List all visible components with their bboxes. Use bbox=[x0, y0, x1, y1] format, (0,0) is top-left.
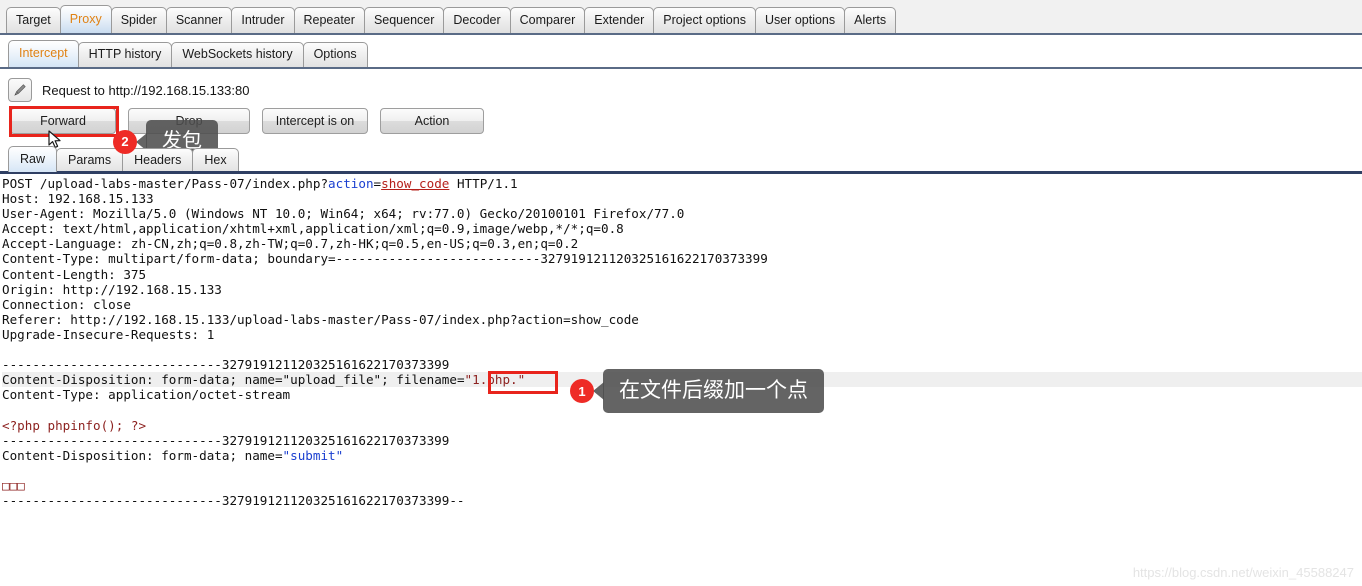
subtab-options[interactable]: Options bbox=[302, 42, 368, 67]
line-accept: Accept: text/html,application/xhtml+xml,… bbox=[2, 221, 624, 237]
line-referer: Referer: http://192.168.15.133/upload-la… bbox=[2, 311, 639, 327]
editortab-hex[interactable]: Hex bbox=[192, 148, 239, 172]
tab-extender[interactable]: Extender bbox=[584, 7, 655, 33]
tab-alerts[interactable]: Alerts bbox=[844, 7, 897, 33]
subtab-http-history[interactable]: HTTP history bbox=[77, 42, 173, 67]
tab-repeater[interactable]: Repeater bbox=[293, 7, 365, 33]
tab-project-options[interactable]: Project options bbox=[653, 7, 756, 33]
pencil-icon bbox=[8, 78, 32, 102]
line-blank-1 bbox=[2, 342, 1362, 357]
tab-scanner[interactable]: Scanner bbox=[165, 7, 233, 33]
watermark: https://blog.csdn.net/weixin_45588247 bbox=[1132, 565, 1354, 580]
editortab-params[interactable]: Params bbox=[56, 148, 124, 172]
line-content-type: Content-Type: multipart/form-data; bound… bbox=[2, 251, 768, 267]
tab-proxy[interactable]: Proxy bbox=[59, 5, 112, 33]
editortab-raw[interactable]: Raw bbox=[8, 146, 58, 172]
line-user-agent: User-Agent: Mozilla/5.0 (Windows NT 10.0… bbox=[2, 206, 685, 222]
request-title-row: Request to http://192.168.15.133:80 bbox=[8, 78, 249, 102]
line-content-disposition-submit: Content-Disposition: form-data; name="su… bbox=[2, 447, 344, 463]
intercept-button-row: Forward Drop Intercept is on Action bbox=[10, 108, 496, 134]
tab-comparer[interactable]: Comparer bbox=[509, 7, 586, 33]
line-upgrade: Upgrade-Insecure-Requests: 1 bbox=[2, 326, 215, 342]
tab-target[interactable]: Target bbox=[6, 7, 61, 33]
annotation-badge-2: 2 bbox=[113, 129, 137, 154]
line-boundary-2: -----------------------------32791912112… bbox=[2, 432, 450, 448]
tab-decoder[interactable]: Decoder bbox=[443, 7, 511, 33]
tab-intruder[interactable]: Intruder bbox=[231, 7, 295, 33]
action-button[interactable]: Action bbox=[380, 108, 484, 134]
line-host: Host: 192.168.15.133 bbox=[2, 191, 154, 207]
annotation-badge-1: 1 bbox=[570, 379, 594, 404]
raw-request-editor[interactable]: POST /upload-labs-master/Pass-07/index.p… bbox=[0, 174, 1362, 554]
main-tab-bar: Target Proxy Spider Scanner Intruder Repeater… bbox=[0, 0, 1362, 35]
editortab-headers[interactable]: Headers bbox=[122, 148, 194, 172]
intercept-toggle-button[interactable]: Intercept is on bbox=[262, 108, 368, 134]
request-title-text: Request to http://192.168.15.133:80 bbox=[42, 82, 250, 98]
proxy-sub-tab-bar: Intercept HTTP history WebSockets history O… bbox=[0, 37, 1362, 69]
line-submit-value: □□□ bbox=[2, 477, 25, 493]
line-request-start: POST /upload-labs-master/Pass-07/index.p… bbox=[2, 176, 518, 191]
tab-spider[interactable]: Spider bbox=[110, 7, 167, 33]
line-boundary-end: -----------------------------32791912112… bbox=[2, 492, 465, 508]
line-php-payload: <?php phpinfo(); ?> bbox=[2, 417, 147, 433]
line-blank-3 bbox=[2, 463, 1362, 478]
tab-user-options[interactable]: User options bbox=[754, 7, 846, 33]
line-connection: Connection: close bbox=[2, 296, 131, 312]
subtab-websockets-history[interactable]: WebSockets history bbox=[171, 42, 304, 67]
annotation-callout-1: 1 在文件后缀加一个点 bbox=[570, 369, 824, 414]
burp-suite-window: Target Proxy Spider Scanner Intruder Repeater… bbox=[0, 0, 1362, 586]
line-origin: Origin: http://192.168.15.133 bbox=[2, 281, 222, 297]
line-content-length: Content-Length: 375 bbox=[2, 266, 147, 282]
annotation-text-1: 在文件后缀加一个点 bbox=[603, 369, 824, 414]
line-accept-language: Accept-Language: zh-CN,zh;q=0.8,zh-TW;q=… bbox=[2, 236, 579, 252]
tab-sequencer[interactable]: Sequencer bbox=[363, 7, 445, 33]
subtab-intercept[interactable]: Intercept bbox=[8, 40, 79, 67]
